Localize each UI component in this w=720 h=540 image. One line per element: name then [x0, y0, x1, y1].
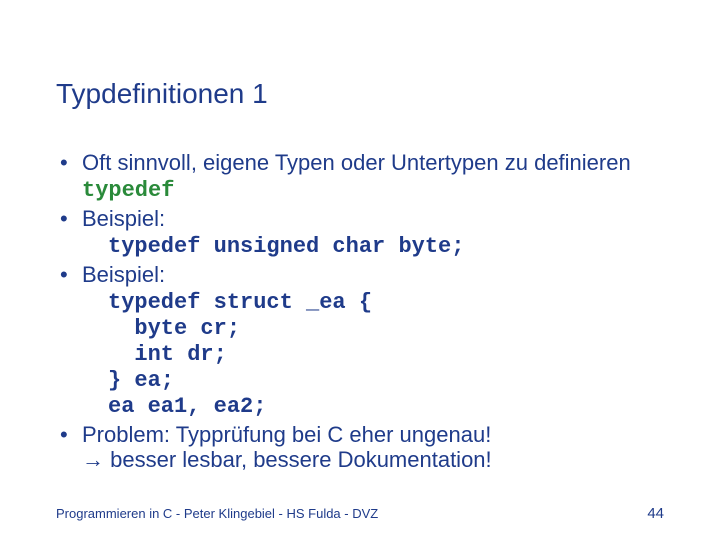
footer-text: Programmieren in C - Peter Klingebiel - …	[56, 506, 378, 521]
bullet-1: Oft sinnvoll, eigene Typen oder Untertyp…	[56, 150, 664, 204]
bullet-3: Beispiel:	[56, 262, 664, 288]
bullet-3-text: Beispiel:	[82, 262, 165, 287]
bullet-2-text: Beispiel:	[82, 206, 165, 231]
bullet-list: Oft sinnvoll, eigene Typen oder Untertyp…	[56, 150, 664, 232]
keyword-typedef: typedef	[82, 178, 174, 203]
slide-title: Typdefinitionen 1	[56, 78, 664, 110]
bullet-list-3: Problem: Typprüfung bei C eher ungenau! …	[56, 422, 664, 474]
code-block-2: typedef struct _ea { byte cr; int dr; } …	[108, 290, 664, 420]
footer: Programmieren in C - Peter Klingebiel - …	[56, 505, 664, 522]
bullet-4-line2: besser lesbar, bessere Dokumentation!	[104, 447, 492, 472]
page-number: 44	[647, 505, 664, 522]
bullet-list-2: Beispiel:	[56, 262, 664, 288]
slide: Typdefinitionen 1 Oft sinnvoll, eigene T…	[0, 0, 720, 540]
bullet-1-text: Oft sinnvoll, eigene Typen oder Untertyp…	[82, 150, 631, 175]
bullet-4-line1: Problem: Typprüfung bei C eher ungenau!	[82, 422, 491, 447]
bullet-4: Problem: Typprüfung bei C eher ungenau! …	[56, 422, 664, 474]
arrow-icon: →	[82, 447, 104, 472]
code-block-1: typedef unsigned char byte;	[108, 234, 664, 260]
bullet-2: Beispiel:	[56, 206, 664, 232]
